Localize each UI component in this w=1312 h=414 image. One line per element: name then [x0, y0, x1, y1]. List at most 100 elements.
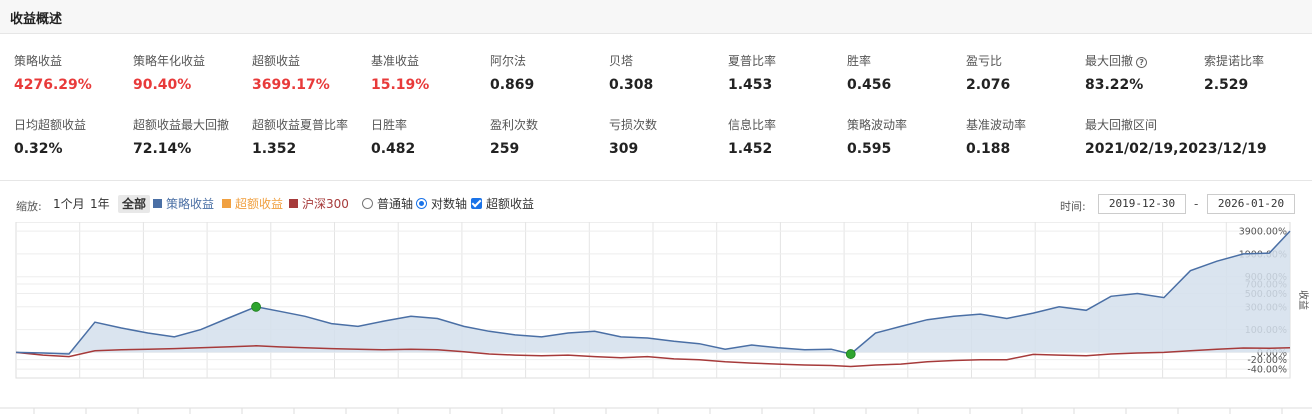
metric-9: 最大回撤? 83.22% — [1085, 53, 1203, 94]
metric-value: 90.40% — [133, 77, 192, 93]
chart-controls: 缩放: 1个月 1年 全部 策略收益 超额收益 沪深300 普通轴 对数轴 超额… — [0, 192, 1312, 216]
y-tick-label: 3900.00% — [1239, 227, 1287, 238]
start-date-input[interactable]: 2019-12-30 — [1098, 194, 1186, 214]
metric-value: 2.529 — [1204, 77, 1249, 93]
metric-value: 0.32% — [14, 141, 63, 157]
metric-value: 0.188 — [966, 141, 1011, 157]
legend-strategy[interactable]: 策略收益 — [153, 196, 214, 212]
metric-value: 0.595 — [847, 141, 892, 157]
metric-label: 信息比率 — [728, 118, 777, 132]
axis-normal-radio[interactable]: 普通轴 — [362, 196, 413, 212]
metric-label: 基准波动率 — [966, 118, 1027, 132]
metric-8: 盈亏比 2.076 — [966, 53, 1084, 94]
metric-label: 策略年化收益 — [133, 54, 206, 68]
metric-2: 超额收益 3699.17% — [252, 53, 370, 94]
metric-value: 4276.29% — [14, 77, 92, 93]
metric-label: 策略波动率 — [847, 118, 908, 132]
metric-label: 阿尔法 — [490, 54, 527, 68]
metric-value: 309 — [609, 141, 639, 157]
zoom-1-year-button[interactable]: 1年 — [86, 195, 114, 213]
metric-label: 超额收益 — [252, 54, 301, 68]
axis-normal-label: 普通轴 — [377, 197, 414, 211]
metric-value: 0.456 — [847, 77, 892, 93]
metric-label: 夏普比率 — [728, 54, 777, 68]
radio-checked-icon — [416, 198, 427, 209]
metric-value: 0.869 — [490, 77, 535, 93]
metric-5: 贝塔 0.308 — [609, 53, 727, 94]
legend-excess[interactable]: 超额收益 — [222, 196, 283, 212]
metric-label: 日均超额收益 — [14, 118, 87, 132]
metric-value: 1.453 — [728, 77, 773, 93]
legend-benchmark[interactable]: 沪深300 — [289, 196, 349, 212]
legend-excess-swatch — [222, 199, 231, 208]
returns-chart: 3900.00%1900.00%900.00%700.00%500.00%300… — [0, 221, 1312, 414]
date-separator: - — [1194, 197, 1199, 211]
metric-label: 盈亏比 — [966, 54, 1003, 68]
metric-label: 日胜率 — [371, 118, 408, 132]
metric-10: 索提诺比率 2.529 — [1204, 53, 1312, 94]
metric-value: 1.352 — [252, 141, 297, 157]
metric-value: 3699.17% — [252, 77, 330, 93]
metric-value: 0.482 — [371, 141, 416, 157]
help-icon[interactable]: ? — [1136, 57, 1148, 68]
metric-12: 超额收益最大回撤 72.14% — [133, 117, 251, 158]
checkbox-checked-icon — [471, 198, 482, 209]
metric-19: 基准波动率 0.188 — [966, 117, 1084, 158]
metric-value: 15.19% — [371, 77, 430, 93]
metric-6: 夏普比率 1.453 — [728, 53, 846, 94]
metric-13: 超额收益夏普比率 1.352 — [252, 117, 370, 158]
metric-label: 胜率 — [847, 54, 872, 68]
metric-label: 基准收益 — [371, 54, 420, 68]
excess-toggle-checkbox[interactable]: 超额收益 — [471, 196, 534, 212]
metric-11: 日均超额收益 0.32% — [14, 117, 132, 158]
axis-log-radio[interactable]: 对数轴 — [416, 196, 467, 212]
metric-4: 阿尔法 0.869 — [490, 53, 608, 94]
zoom-all-button[interactable]: 全部 — [118, 195, 151, 213]
metric-value: 83.22% — [1085, 77, 1144, 93]
metric-label: 索提诺比率 — [1204, 54, 1265, 68]
metric-value: 2021/02/19,2023/12/19 — [1085, 141, 1267, 157]
metric-label: 盈利次数 — [490, 118, 539, 132]
metric-label: 最大回撤 — [1085, 54, 1134, 68]
drawdown-marker — [845, 349, 856, 359]
returns-chart-svg: 3900.00%1900.00%900.00%700.00%500.00%300… — [0, 221, 1312, 414]
excess-toggle-label: 超额收益 — [486, 197, 535, 211]
drawdown-marker — [251, 301, 261, 312]
metric-17: 信息比率 1.452 — [728, 117, 846, 158]
metric-label: 超额收益最大回撤 — [133, 118, 230, 132]
divider — [0, 180, 1312, 181]
zoom-label: 缩放: — [16, 200, 42, 213]
metric-label: 策略收益 — [14, 54, 63, 68]
metric-value: 259 — [490, 141, 520, 157]
metric-value: 72.14% — [133, 141, 192, 157]
metric-15: 盈利次数 259 — [490, 117, 608, 158]
end-date-input[interactable]: 2026-01-20 — [1207, 194, 1295, 214]
metric-label: 贝塔 — [609, 54, 634, 68]
y-axis-label: 收益 — [1297, 290, 1310, 310]
metric-label: 最大回撤区间 — [1085, 118, 1158, 132]
metric-label-row: 最大回撤? — [1085, 53, 1203, 69]
y-tick-label: -40.00% — [1247, 365, 1287, 376]
axis-log-label: 对数轴 — [431, 197, 468, 211]
metric-value: 2.076 — [966, 77, 1011, 93]
metric-1: 策略年化收益 90.40% — [133, 53, 251, 94]
radio-unchecked-icon — [362, 198, 373, 209]
zoom-1-month-button[interactable]: 1个月 — [49, 195, 89, 213]
metric-value: 1.452 — [728, 141, 773, 157]
metric-18: 策略波动率 0.595 — [847, 117, 965, 158]
metric-value: 0.308 — [609, 77, 654, 93]
section-title: 收益概述 — [10, 12, 63, 27]
metric-20: 最大回撤区间 2021/02/19,2023/12/19 — [1085, 117, 1305, 158]
section-header: 收益概述 — [0, 0, 1312, 34]
legend-strategy-label: 策略收益 — [166, 197, 215, 211]
legend-benchmark-label: 沪深300 — [302, 197, 349, 211]
metric-0: 策略收益 4276.29% — [14, 53, 132, 94]
legend-strategy-swatch — [153, 199, 162, 208]
metric-7: 胜率 0.456 — [847, 53, 965, 94]
legend-benchmark-swatch — [289, 199, 298, 208]
metric-16: 亏损次数 309 — [609, 117, 727, 158]
legend-excess-label: 超额收益 — [235, 197, 284, 211]
metric-label: 超额收益夏普比率 — [252, 118, 349, 132]
time-label: 时间: — [1060, 200, 1086, 213]
metric-label: 亏损次数 — [609, 118, 658, 132]
